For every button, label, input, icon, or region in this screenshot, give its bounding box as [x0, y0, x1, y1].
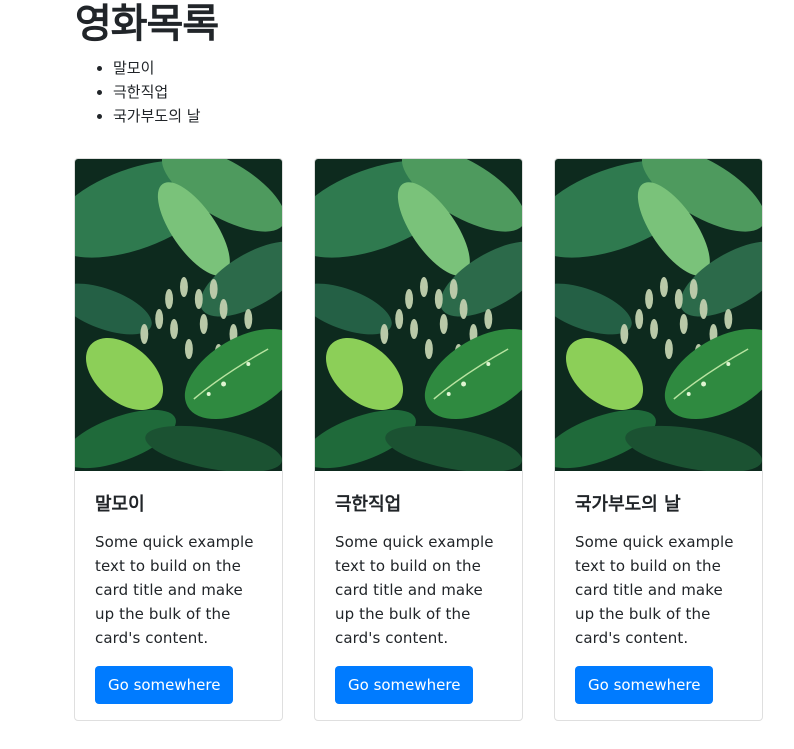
list-item: 말모이 [113, 56, 201, 80]
card-text: Some quick example text to build on the … [335, 533, 494, 647]
card-image [75, 159, 282, 471]
card-body: 국가부도의 날 Some quick example text to build… [555, 471, 762, 704]
go-somewhere-button[interactable]: Go somewhere [575, 666, 714, 704]
page-title: 영화목록 [75, 1, 219, 47]
card-image [315, 159, 522, 471]
movie-card: 국가부도의 날 Some quick example text to build… [554, 158, 763, 721]
list-item: 국가부도의 날 [113, 104, 201, 128]
movie-card: 말모이 Some quick example text to build on … [74, 158, 283, 721]
card-title: 말모이 [95, 494, 145, 515]
card-text: Some quick example text to build on the … [575, 533, 734, 647]
card-body: 극한직업 Some quick example text to build on… [315, 471, 522, 704]
card-image [555, 159, 762, 471]
card-title: 국가부도의 날 [575, 494, 681, 515]
card-text: Some quick example text to build on the … [95, 533, 254, 647]
card-body: 말모이 Some quick example text to build on … [75, 471, 282, 704]
movie-card: 극한직업 Some quick example text to build on… [314, 158, 523, 721]
list-item: 극한직업 [113, 80, 201, 104]
movie-list: 말모이 극한직업 국가부도의 날 [75, 56, 201, 128]
go-somewhere-button[interactable]: Go somewhere [95, 666, 234, 704]
card-title: 극한직업 [335, 494, 402, 515]
go-somewhere-button[interactable]: Go somewhere [335, 666, 474, 704]
